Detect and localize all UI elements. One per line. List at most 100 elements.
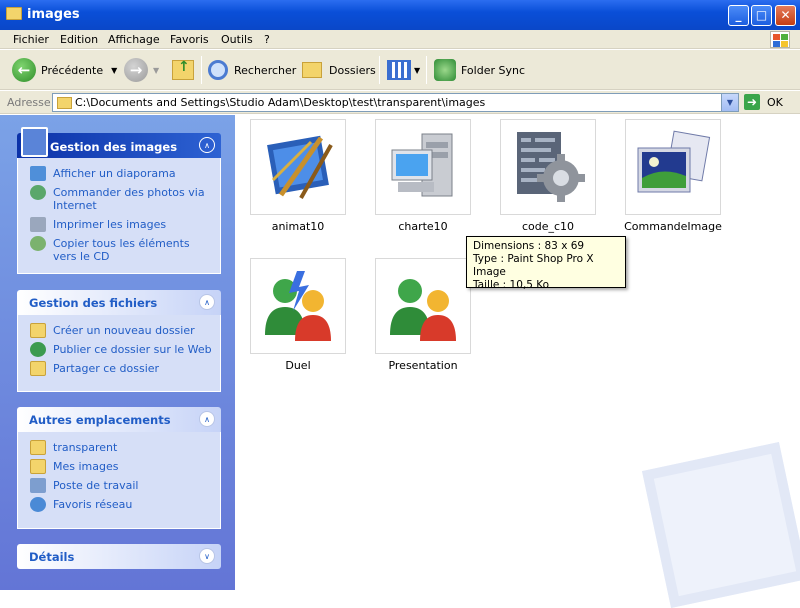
minimize-button[interactable]: _: [728, 5, 749, 26]
up-folder-button[interactable]: ↑: [172, 56, 194, 84]
network-icon: [30, 497, 46, 512]
search-label: Rechercher: [234, 63, 297, 77]
folder-up-icon: ↑: [172, 59, 194, 80]
file-name[interactable]: animat10: [233, 220, 363, 233]
details-header[interactable]: Détails ∨: [17, 544, 221, 569]
folders-icon: [302, 62, 322, 78]
forward-arrow-icon: →: [124, 58, 148, 82]
file-thumbnail-duel[interactable]: [250, 258, 346, 354]
folders-label: Dossiers: [329, 63, 376, 77]
menu-edition[interactable]: Edition: [60, 33, 98, 46]
details-panel: Détails ∨: [17, 544, 221, 569]
copy-to-cd-label: Copier tous les éléments vers le CD: [53, 237, 190, 263]
menu-favoris[interactable]: Favoris: [170, 33, 209, 46]
address-field[interactable]: C:\Documents and Settings\Studio Adam\De…: [52, 93, 739, 112]
photo-frame-icon: [637, 130, 711, 193]
folders-button[interactable]: Dossiers: [302, 56, 376, 84]
file-name[interactable]: charte10: [358, 220, 488, 233]
place-my-pictures-link[interactable]: Mes images: [18, 457, 220, 476]
menu-fichier[interactable]: Fichier: [13, 33, 49, 46]
print-pictures-link[interactable]: Imprimer les images: [18, 215, 220, 234]
forward-dropdown-icon[interactable]: ▼: [153, 66, 159, 75]
order-prints-link[interactable]: Commander des photos via Internet: [18, 183, 220, 215]
sync-icon: [434, 59, 456, 81]
address-dropdown-icon[interactable]: ▼: [721, 94, 738, 111]
slideshow-link[interactable]: Afficher un diaporama: [18, 164, 220, 183]
collapse-chevron-icon[interactable]: ∧: [199, 294, 215, 310]
file-thumbnail-commandeimage[interactable]: [625, 119, 721, 215]
folder-icon: [30, 440, 46, 455]
close-button[interactable]: ✕: [775, 5, 796, 26]
other-places-body: transparent Mes images Poste de travail …: [17, 432, 221, 529]
folder-sync-button[interactable]: Folder Sync: [434, 56, 525, 84]
place-transparent-link[interactable]: transparent: [18, 438, 220, 457]
new-folder-icon: [30, 323, 46, 338]
copy-to-cd-link[interactable]: Copier tous les éléments vers le CD: [18, 234, 220, 266]
picture-tasks-body: Afficher un diaporama Commander des phot…: [17, 158, 221, 274]
search-icon: [208, 60, 228, 80]
share-folder-icon: [30, 361, 46, 376]
file-name[interactable]: Presentation: [358, 359, 488, 372]
menu-help[interactable]: ?: [264, 33, 270, 46]
toolbar-separator: [426, 56, 427, 84]
slideshow-icon: [30, 166, 46, 181]
new-folder-link[interactable]: Créer un nouveau dossier: [18, 321, 220, 340]
picture-tasks-panel: Gestion des images ∧ Afficher un diapora…: [17, 127, 221, 274]
file-name[interactable]: Duel: [233, 359, 363, 372]
search-button[interactable]: Rechercher: [208, 56, 296, 84]
print-pictures-label: Imprimer les images: [53, 218, 167, 231]
slideshow-label: Afficher un diaporama: [53, 167, 176, 180]
views-dropdown-icon[interactable]: ▼: [414, 66, 420, 75]
printer-icon: [30, 217, 46, 232]
share-folder-link[interactable]: Partager ce dossier: [18, 359, 220, 378]
folder-icon: [6, 7, 22, 20]
address-bar: Adresse C:\Documents and Settings\Studio…: [0, 91, 800, 114]
other-places-panel: Autres emplacements ∧ transparent Mes im…: [17, 407, 221, 529]
views-button[interactable]: ▼: [387, 56, 420, 84]
publish-web-label: Publier ce dossier sur le Web: [53, 343, 212, 356]
go-button[interactable]: OK: [767, 96, 783, 109]
go-arrow-icon[interactable]: ➜: [744, 94, 760, 110]
file-thumbnail-animat10[interactable]: [250, 119, 346, 215]
file-name[interactable]: code_c10: [483, 220, 613, 233]
back-button[interactable]: ← Précédente ▼: [12, 56, 117, 84]
title-bar[interactable]: images _ □ ✕: [0, 0, 800, 30]
toolbar-separator: [379, 56, 380, 84]
place-network-label: Favoris réseau: [53, 498, 133, 511]
other-places-header[interactable]: Autres emplacements ∧: [17, 407, 221, 432]
publish-web-link[interactable]: Publier ce dossier sur le Web: [18, 340, 220, 359]
menu-outils[interactable]: Outils: [221, 33, 253, 46]
tooltip-dimensions: Dimensions : 83 x 69: [473, 240, 585, 252]
back-dropdown-icon[interactable]: ▼: [111, 66, 117, 75]
details-title: Détails: [29, 550, 75, 564]
cd-icon: [30, 236, 46, 251]
place-network-link[interactable]: Favoris réseau: [18, 495, 220, 514]
file-info-tooltip: Dimensions : 83 x 69 Type : Paint Shop P…: [466, 236, 626, 291]
place-my-computer-link[interactable]: Poste de travail: [18, 476, 220, 495]
picture-tasks-header[interactable]: Gestion des images ∧: [17, 127, 221, 158]
file-thumbnail-presentation[interactable]: [375, 258, 471, 354]
file-tasks-header[interactable]: Gestion des fichiers ∧: [17, 290, 221, 315]
forward-button[interactable]: → ▼: [124, 56, 159, 84]
expand-chevron-icon[interactable]: ∨: [199, 548, 215, 564]
file-thumbnail-charte10[interactable]: [375, 119, 471, 215]
users-duel-icon: [265, 271, 331, 341]
address-label: Adresse: [7, 96, 51, 109]
maximize-button[interactable]: □: [751, 5, 772, 26]
windows-logo-icon: [770, 31, 790, 48]
file-tasks-body: Créer un nouveau dossier Publier ce doss…: [17, 315, 221, 392]
other-places-title: Autres emplacements: [29, 413, 171, 427]
folder-watermark-icon: [641, 441, 800, 608]
computer-icon: [391, 133, 453, 197]
file-thumbnail-code_c10[interactable]: [500, 119, 596, 215]
my-pictures-icon: [30, 459, 46, 474]
task-pane: Gestion des images ∧ Afficher un diapora…: [0, 115, 235, 590]
menu-affichage[interactable]: Affichage: [108, 33, 160, 46]
menu-bar: Fichier Edition Affichage Favoris Outils…: [0, 30, 800, 49]
collapse-chevron-icon[interactable]: ∧: [199, 137, 215, 153]
back-arrow-icon: ←: [12, 58, 36, 82]
file-name[interactable]: CommandeImage: [608, 220, 738, 233]
publish-web-icon: [30, 342, 46, 357]
picture-tasks-title: Gestion des images: [50, 140, 178, 154]
collapse-chevron-icon[interactable]: ∧: [199, 411, 215, 427]
